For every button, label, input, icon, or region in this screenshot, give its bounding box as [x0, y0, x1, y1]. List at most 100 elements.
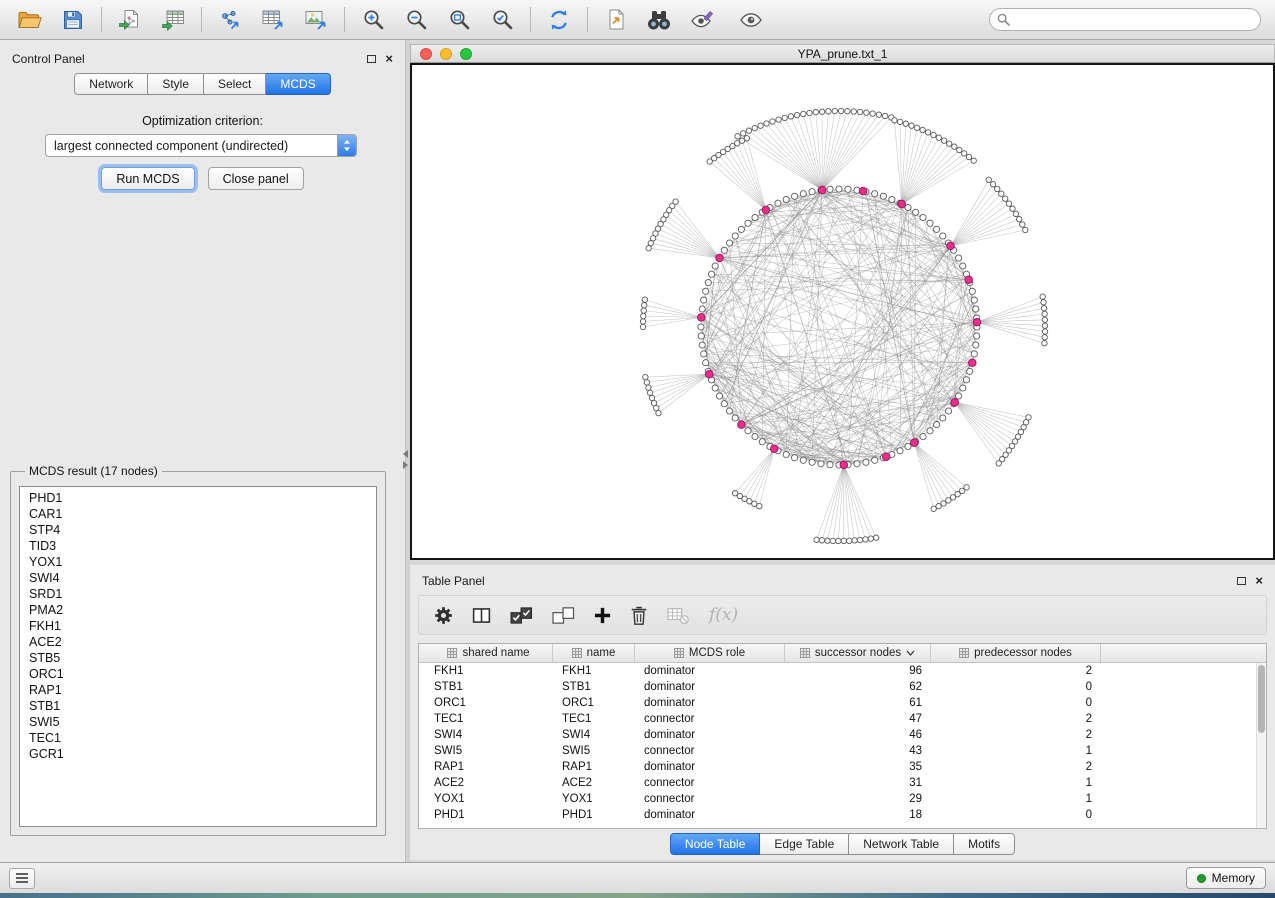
table-cell[interactable]: SWI5	[425, 745, 553, 757]
table-cell[interactable]: 0	[931, 681, 1101, 693]
mcds-result-item[interactable]: TEC1	[20, 730, 376, 746]
table-cell[interactable]: RAP1	[425, 761, 553, 773]
table-row[interactable]: YOX1YOX1connector291	[425, 791, 1266, 807]
table-cell[interactable]: ACE2	[553, 777, 635, 789]
table-cell[interactable]: ORC1	[553, 697, 635, 709]
panel-menu-button[interactable]	[9, 868, 35, 889]
table-cell[interactable]: SWI5	[553, 745, 635, 757]
search-network-button[interactable]	[639, 3, 679, 37]
table-cell[interactable]: dominator	[635, 761, 785, 773]
optimization-criterion-select[interactable]: largest connected component (undirected)	[45, 134, 357, 157]
table-cell[interactable]: dominator	[635, 665, 785, 677]
mcds-result-item[interactable]: TID3	[20, 538, 376, 554]
tab-select[interactable]: Select	[204, 73, 266, 95]
maximize-window-button[interactable]	[460, 48, 472, 60]
table-cell[interactable]: PHD1	[553, 809, 635, 821]
table-cell[interactable]: connector	[635, 745, 785, 757]
mcds-result-item[interactable]: ACE2	[20, 634, 376, 650]
tab-style[interactable]: Style	[148, 73, 204, 95]
float-panel-icon[interactable]	[1237, 577, 1246, 585]
table-cell[interactable]: 18	[785, 809, 931, 821]
table-cell[interactable]: 47	[785, 713, 931, 725]
table-cell[interactable]: dominator	[635, 697, 785, 709]
delete-column-button[interactable]	[629, 605, 649, 626]
mcds-result-item[interactable]: CAR1	[20, 506, 376, 522]
column-header-successor-nodes[interactable]: successor nodes	[785, 644, 931, 662]
run-mcds-button[interactable]: Run MCDS	[101, 167, 194, 190]
tab-network-table[interactable]: Network Table	[849, 833, 954, 855]
table-cell[interactable]: STB1	[425, 681, 553, 693]
splitter-handle[interactable]	[401, 446, 410, 472]
mcds-result-item[interactable]: YOX1	[20, 554, 376, 570]
table-cell[interactable]: dominator	[635, 809, 785, 821]
table-cell[interactable]: PHD1	[425, 809, 553, 821]
table-row[interactable]: ACE2ACE2connector311	[425, 775, 1266, 791]
memory-button[interactable]: Memory	[1186, 867, 1266, 889]
close-panel-button[interactable]: Close panel	[208, 167, 304, 190]
table-cell[interactable]: 43	[785, 745, 931, 757]
network-titlebar[interactable]: YPA_prune.txt_1	[410, 44, 1275, 63]
table-cell[interactable]: FKH1	[553, 665, 635, 677]
mcds-result-item[interactable]: PHD1	[20, 490, 376, 506]
table-row[interactable]: FKH1FKH1dominator962	[425, 663, 1266, 679]
table-cell[interactable]: 2	[931, 665, 1101, 677]
scrollbar-thumb[interactable]	[1258, 665, 1265, 733]
table-cell[interactable]: SWI4	[425, 729, 553, 741]
mcds-result-item[interactable]: STB5	[20, 650, 376, 666]
table-row[interactable]: SWI4SWI4dominator462	[425, 727, 1266, 743]
tab-node-table[interactable]: Node Table	[670, 833, 761, 855]
table-scrollbar[interactable]	[1256, 663, 1266, 828]
create-column-button[interactable]	[593, 606, 612, 625]
close-window-button[interactable]	[420, 48, 432, 60]
mcds-result-item[interactable]: RAP1	[20, 682, 376, 698]
mcds-result-item[interactable]: STP4	[20, 522, 376, 538]
table-cell[interactable]: ORC1	[425, 697, 553, 709]
table-cell[interactable]: TEC1	[553, 713, 635, 725]
table-cell[interactable]: YOX1	[553, 793, 635, 805]
zoom-in-button[interactable]	[353, 3, 393, 37]
mcds-result-item[interactable]: SWI5	[20, 714, 376, 730]
tab-motifs[interactable]: Motifs	[954, 833, 1015, 855]
open-session-button[interactable]	[10, 3, 50, 37]
mcds-result-item[interactable]: SRD1	[20, 586, 376, 602]
table-cell[interactable]: SWI4	[553, 729, 635, 741]
compare-networks-button[interactable]	[682, 3, 722, 37]
apply-layout-button[interactable]	[539, 3, 579, 37]
show-columns-button[interactable]	[471, 605, 492, 626]
zoom-selected-button[interactable]	[482, 3, 522, 37]
mcds-result-list[interactable]: PHD1CAR1STP4TID3YOX1SWI4SRD1PMA2FKH1ACE2…	[19, 486, 377, 827]
table-cell[interactable]: 2	[931, 761, 1101, 773]
table-cell[interactable]: dominator	[635, 729, 785, 741]
mcds-result-item[interactable]: GCR1	[20, 746, 376, 762]
tab-edge-table[interactable]: Edge Table	[760, 833, 849, 855]
clone-network-button[interactable]	[596, 3, 636, 37]
tab-mcds[interactable]: MCDS	[266, 73, 330, 95]
mcds-result-item[interactable]: ORC1	[20, 666, 376, 682]
table-row[interactable]: PHD1PHD1dominator180	[425, 807, 1266, 823]
show-hide-button[interactable]	[731, 3, 771, 37]
import-table-button[interactable]	[153, 3, 193, 37]
mcds-result-item[interactable]: SWI4	[20, 570, 376, 586]
close-panel-icon[interactable]: ×	[1255, 576, 1263, 586]
table-cell[interactable]: TEC1	[425, 713, 553, 725]
table-settings-button[interactable]	[433, 605, 454, 626]
export-image-button[interactable]	[296, 3, 336, 37]
table-cell[interactable]: 0	[931, 809, 1101, 821]
table-cell[interactable]: 0	[931, 697, 1101, 709]
table-row[interactable]: TEC1TEC1connector472	[425, 711, 1266, 727]
search-input[interactable]	[989, 8, 1261, 31]
mcds-result-item[interactable]: PMA2	[20, 602, 376, 618]
table-cell[interactable]: 62	[785, 681, 931, 693]
mcds-result-item[interactable]: STB1	[20, 698, 376, 714]
table-cell[interactable]: 1	[931, 745, 1101, 757]
network-canvas[interactable]	[412, 65, 1273, 558]
table-row[interactable]: SWI5SWI5connector431	[425, 743, 1266, 759]
delete-table-button-disabled[interactable]	[666, 605, 690, 625]
close-panel-icon[interactable]: ×	[385, 54, 393, 64]
minimize-window-button[interactable]	[440, 48, 452, 60]
table-cell[interactable]: 46	[785, 729, 931, 741]
table-cell[interactable]: 1	[931, 793, 1101, 805]
column-header-predecessor-nodes[interactable]: predecessor nodes	[931, 644, 1101, 662]
import-network-button[interactable]	[110, 3, 150, 37]
mcds-result-item[interactable]: FKH1	[20, 618, 376, 634]
